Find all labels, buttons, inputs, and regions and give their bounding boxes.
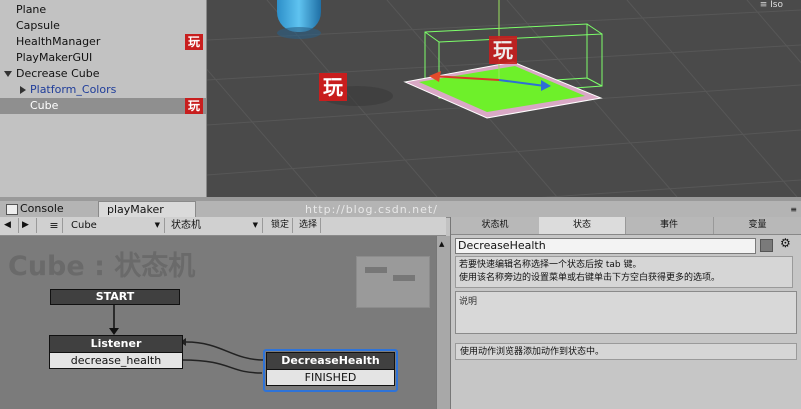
state-event[interactable]: FINISHED — [266, 369, 395, 386]
inspector-tab-bar: 状态机 状态 事件 变量 — [451, 217, 801, 235]
tab-state[interactable]: 状态 — [539, 217, 626, 234]
hierarchy-item-label: Capsule — [16, 19, 60, 32]
playmaker-scene-icon[interactable]: 玩 — [489, 36, 517, 64]
playmaker-toolbar: ◀ ▶ ≡ Cube ▼ 状态机 ▼ 锁定 选择 — [0, 217, 446, 236]
dropdown-arrow-icon: ▼ — [252, 221, 258, 229]
gameobject-dropdown-label: Cube — [71, 220, 97, 231]
fsm-dropdown[interactable]: 状态机 ▼ — [168, 218, 263, 233]
hierarchy-item-label: Plane — [16, 3, 47, 16]
lock-button[interactable]: 锁定 — [268, 218, 293, 233]
menu-list-icon[interactable]: ≡ — [46, 218, 63, 233]
back-arrow-icon[interactable]: ◀ — [4, 218, 19, 233]
description-field[interactable]: 说明 — [455, 291, 797, 334]
state-color-swatch[interactable] — [760, 239, 773, 252]
panel-menu-icon[interactable]: ≡ — [790, 205, 797, 214]
collapse-arrow-icon[interactable] — [20, 86, 26, 94]
tab-events[interactable]: 事件 — [625, 217, 714, 234]
view-label[interactable]: ≡ Iso — [760, 0, 783, 10]
tab-playmaker[interactable]: playMaker — [98, 201, 196, 217]
forward-arrow-icon[interactable]: ▶ — [22, 218, 37, 233]
hierarchy-item-label: Decrease Cube — [16, 67, 100, 80]
hierarchy-panel: Plane Capsule HealthManager 玩 PlayMakerG… — [0, 0, 207, 197]
tab-variables[interactable]: 变量 — [713, 217, 801, 234]
hierarchy-item-label: Platform_Colors — [30, 83, 117, 96]
hierarchy-item-plane[interactable]: Plane — [0, 2, 206, 18]
hierarchy-item-label: PlayMakerGUI — [16, 51, 93, 64]
tab-console[interactable]: Console — [20, 201, 92, 217]
dropdown-arrow-icon: ▼ — [154, 221, 160, 229]
settings-gear-icon[interactable]: ⚙ — [780, 236, 791, 250]
console-icon — [6, 204, 18, 215]
bottom-tab-bar: Console playMaker http://blog.csdn.net/ … — [0, 201, 801, 218]
hierarchy-item-capsule[interactable]: Capsule — [0, 18, 206, 34]
state-title[interactable]: DecreaseHealth — [266, 352, 395, 370]
scene-view[interactable]: ≡ Iso 玩 玩 — [207, 0, 801, 197]
state-title[interactable]: Listener — [49, 335, 183, 353]
fsm-inspector-panel: 状态机 状态 事件 变量 DecreaseHealth ⚙ 若要快速编辑名称选择… — [450, 217, 801, 409]
hierarchy-item-healthmanager[interactable]: HealthManager 玩 — [0, 34, 206, 50]
help-text-line: 若要快速编辑名称选择一个状态后按 tab 键。 — [459, 260, 642, 270]
hierarchy-item-label: HealthManager — [16, 35, 101, 48]
state-name-field[interactable]: DecreaseHealth — [455, 238, 756, 254]
fsm-dropdown-label: 状态机 — [171, 220, 201, 231]
scroll-up-icon[interactable]: ▲ — [439, 240, 444, 248]
playmaker-scene-icon[interactable]: 玩 — [319, 73, 347, 101]
help-text-line: 使用该名称旁边的设置菜单或右键单击下方空白获得更多的选项。 — [459, 273, 721, 283]
playmaker-badge-icon[interactable]: 玩 — [185, 98, 203, 114]
hierarchy-item-label: Cube — [30, 99, 59, 112]
playmaker-badge-icon[interactable]: 玩 — [185, 34, 203, 50]
state-event[interactable]: decrease_health — [49, 352, 183, 369]
gameobject-dropdown[interactable]: Cube ▼ — [68, 218, 165, 233]
help-box: 若要快速编辑名称选择一个状态后按 tab 键。 使用该名称旁边的设置菜单或右键单… — [455, 256, 793, 288]
hierarchy-item-playmakergui[interactable]: PlayMakerGUI — [0, 50, 206, 66]
hierarchy-item-cube[interactable]: Cube 玩 — [0, 98, 206, 114]
capsule-shadow — [277, 27, 321, 39]
expand-arrow-icon[interactable] — [4, 71, 12, 77]
graph-scrollbar[interactable]: ▲ — [436, 236, 450, 409]
scene-viewport[interactable] — [207, 0, 801, 197]
hierarchy-item-platform-colors[interactable]: Platform_Colors — [0, 82, 206, 98]
fsm-graph-canvas[interactable]: Cube : 状态机 START Listener decrease_healt… — [0, 236, 436, 409]
action-hint: 使用动作浏览器添加动作到状态中。 — [455, 343, 797, 360]
start-node[interactable]: START — [50, 289, 180, 305]
hierarchy-item-decrease-cube[interactable]: Decrease Cube — [0, 66, 206, 82]
watermark-text: http://blog.csdn.net/ — [305, 203, 438, 216]
select-button[interactable]: 选择 — [296, 218, 321, 233]
tab-fsm[interactable]: 状态机 — [451, 217, 540, 234]
